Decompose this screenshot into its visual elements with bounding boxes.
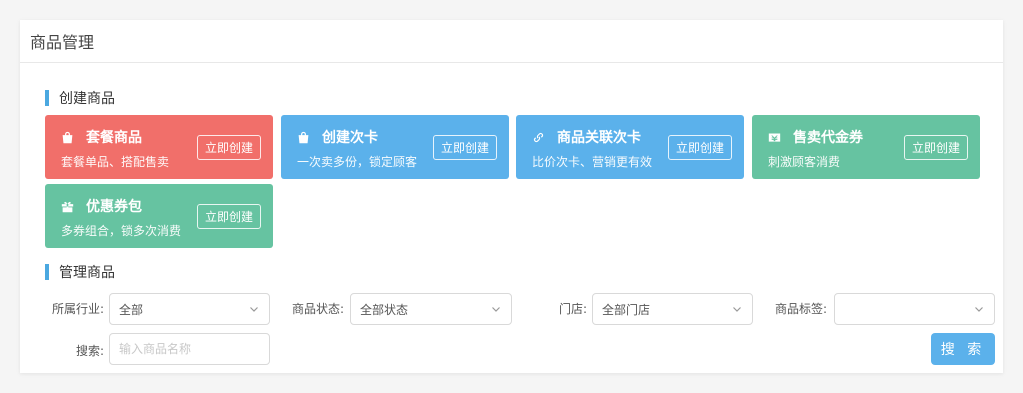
create-package-button[interactable]: 立即创建: [196, 135, 261, 160]
bag-icon: [62, 131, 73, 143]
industry-select[interactable]: 全部: [109, 293, 270, 325]
create-coupon-pack-button[interactable]: 立即创建: [196, 204, 261, 229]
ticket-icon: [768, 132, 781, 142]
store-select[interactable]: 全部门店: [592, 293, 753, 325]
product-management-panel: 商品管理 创建商品 套餐商品 套餐单品、搭配售卖 立即创建 创建次卡 一次卖多份…: [20, 20, 1003, 373]
link-icon: [533, 132, 544, 142]
card-times-card: 创建次卡 一次卖多份，锁定顾客 立即创建: [281, 115, 509, 179]
create-times-card-button[interactable]: 立即创建: [432, 135, 497, 160]
card-title: 售卖代金券: [793, 130, 863, 146]
manage-section-title: 管理商品: [45, 262, 115, 282]
section-accent-bar: [45, 90, 49, 106]
page-title: 商品管理: [20, 20, 1003, 63]
chevron-down-icon: [975, 307, 983, 312]
industry-label: 所属行业:: [51, 302, 104, 316]
gift-icon: [61, 201, 74, 212]
card-title: 优惠券包: [86, 199, 142, 215]
search-input[interactable]: [109, 333, 270, 365]
manage-section-label: 管理商品: [59, 265, 115, 281]
search-label: 搜索:: [75, 344, 104, 358]
create-section-label: 创建商品: [59, 91, 115, 107]
bag-icon: [298, 131, 309, 143]
search-button[interactable]: 搜 索: [931, 333, 995, 365]
create-section-title: 创建商品: [45, 88, 115, 108]
status-select[interactable]: 全部状态: [350, 293, 512, 325]
section-accent-bar: [45, 264, 49, 280]
card-sell-voucher: 售卖代金券 刺激顾客消费 立即创建: [752, 115, 980, 179]
industry-select-value: 全部: [119, 302, 144, 317]
create-voucher-button[interactable]: 立即创建: [903, 135, 968, 160]
card-title: 商品关联次卡: [557, 130, 641, 146]
card-title: 套餐商品: [86, 130, 142, 146]
chevron-down-icon: [250, 307, 258, 312]
card-package-product: 套餐商品 套餐单品、搭配售卖 立即创建: [45, 115, 273, 179]
create-linked-card-button[interactable]: 立即创建: [667, 135, 732, 160]
store-label: 门店:: [558, 302, 587, 316]
status-select-value: 全部状态: [360, 302, 409, 317]
chevron-down-icon: [733, 307, 741, 312]
card-linked-times-card: 商品关联次卡 比价次卡、营销更有效 立即创建: [516, 115, 744, 179]
store-select-value: 全部门店: [602, 302, 651, 317]
card-coupon-pack: 优惠券包 多券组合，锁多次消费 立即创建: [45, 184, 273, 248]
tag-label: 商品标签:: [774, 302, 827, 316]
chevron-down-icon: [492, 307, 500, 312]
status-label: 商品状态:: [291, 302, 344, 316]
tag-select[interactable]: [834, 293, 995, 325]
card-title: 创建次卡: [322, 130, 378, 146]
